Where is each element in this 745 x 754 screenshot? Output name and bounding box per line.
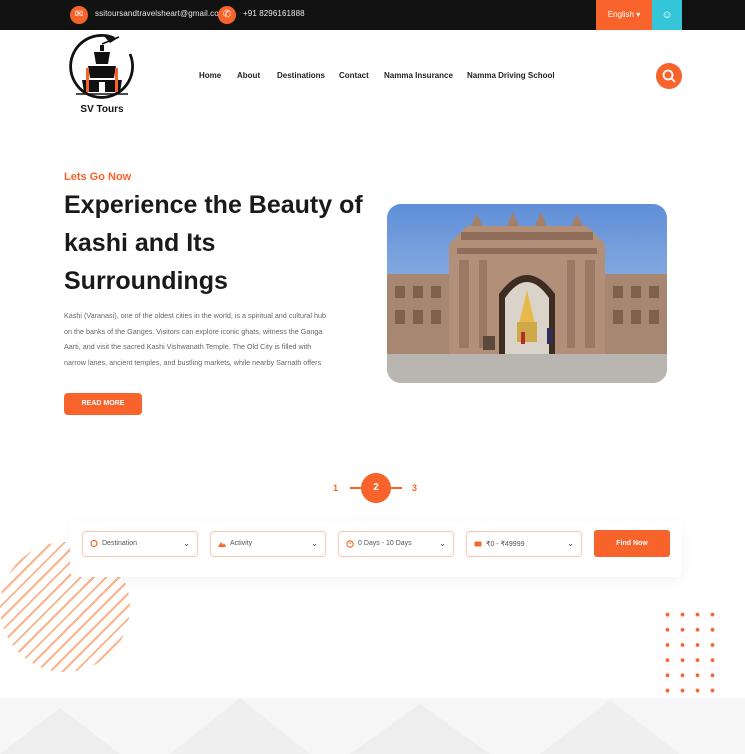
read-more-button[interactable]: READ MORE bbox=[64, 393, 142, 415]
hero-image-kashi-gate bbox=[387, 204, 667, 383]
pagination-line-right bbox=[390, 487, 402, 489]
duration-label: 0 Days - 10 Days bbox=[358, 540, 412, 547]
page-3-button[interactable]: 3 bbox=[412, 483, 417, 493]
price-label: ₹0 - ₹49999 bbox=[486, 541, 525, 548]
duration-select[interactable]: 0 Days - 10 Days ⌄ bbox=[338, 531, 454, 557]
nav-about[interactable]: About bbox=[237, 71, 260, 80]
wallet-icon bbox=[474, 541, 482, 547]
contact-email[interactable]: ssitoursandtravelsheart@gmail.com bbox=[95, 9, 226, 18]
dot-grid-decoration bbox=[660, 607, 720, 693]
price-select[interactable]: ₹0 - ₹49999 ⌄ bbox=[466, 531, 582, 557]
temple-logo-icon bbox=[69, 34, 134, 99]
activity-label: Activity bbox=[230, 540, 253, 547]
clock-icon bbox=[346, 540, 354, 548]
activity-select[interactable]: Activity ⌄ bbox=[210, 531, 326, 557]
brand-name: SV Tours bbox=[80, 104, 124, 115]
nav-contact[interactable]: Contact bbox=[339, 71, 369, 80]
chevron-down-icon: ⌄ bbox=[311, 539, 318, 548]
hero-title: Experience the Beauty of kashi and Its S… bbox=[64, 191, 363, 295]
search-button[interactable] bbox=[656, 63, 682, 89]
top-bar: ✉ ssitoursandtravelsheart@gmail.com ✆ +9… bbox=[0, 0, 745, 30]
chevron-down-icon: ⌄ bbox=[567, 539, 574, 548]
hero-description: Kashi (Varanasi), one of the oldest citi… bbox=[64, 311, 326, 367]
bottom-background-band bbox=[0, 698, 745, 754]
page-1-button[interactable]: 1 bbox=[333, 483, 338, 493]
destination-label: Destination bbox=[102, 540, 138, 547]
mail-icon: ✉ bbox=[70, 6, 88, 24]
activity-icon bbox=[218, 542, 226, 547]
chevron-down-icon: ⌄ bbox=[439, 539, 446, 548]
phone-icon: ✆ bbox=[218, 6, 236, 24]
destination-select[interactable]: Destination ⌄ bbox=[82, 531, 198, 557]
nav-home[interactable]: Home bbox=[199, 71, 221, 80]
hero-eyebrow: Lets Go Now bbox=[64, 171, 132, 183]
nav-namma-driving-school[interactable]: Namma Driving School bbox=[467, 71, 555, 80]
site-logo[interactable]: SV Tours bbox=[64, 30, 140, 120]
page-2-button-active[interactable]: 2 bbox=[361, 473, 391, 503]
search-icon bbox=[662, 69, 676, 83]
user-account-button[interactable]: ☺ bbox=[652, 0, 682, 30]
nav-destinations[interactable]: Destinations bbox=[277, 71, 325, 80]
language-dropdown[interactable]: English ▾ bbox=[596, 0, 652, 30]
find-now-button[interactable]: Find Now bbox=[594, 530, 670, 557]
chevron-down-icon: ⌄ bbox=[183, 539, 190, 548]
nav-namma-insurance[interactable]: Namma Insurance bbox=[384, 71, 453, 80]
user-icon: ☺ bbox=[661, 9, 673, 21]
location-pin-icon bbox=[90, 540, 98, 548]
contact-phone[interactable]: +91 8296161888 bbox=[243, 9, 305, 18]
